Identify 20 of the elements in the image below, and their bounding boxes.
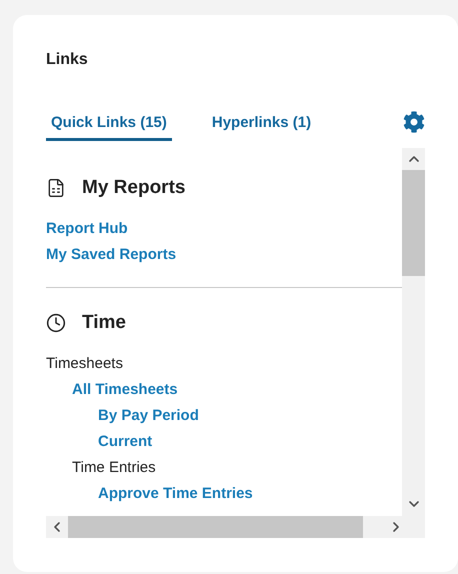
horizontal-scrollbar[interactable] [46,516,425,538]
group-label: Time Entries [72,458,156,478]
clock-icon [46,313,66,333]
scroll-thumb[interactable] [68,516,363,538]
settings-icon[interactable] [403,111,425,133]
report-link[interactable]: By Pay Period [98,403,199,429]
report-link[interactable]: All Timesheets [72,377,178,403]
card-title: Links [46,50,88,70]
report-link[interactable]: My Saved Reports [46,242,176,268]
group-label: Timesheets [46,354,123,374]
report-link[interactable]: Report Hub [46,216,128,242]
tab[interactable]: Quick Links (15) [46,105,172,141]
tab[interactable]: Hyperlinks (1) [206,105,316,141]
section-title: My Reports [82,176,186,200]
scroll-thumb[interactable] [402,170,425,276]
vertical-scrollbar[interactable] [402,148,425,516]
report-link[interactable]: Current [98,429,152,455]
section-title: Time [82,311,126,335]
report-link[interactable]: Approve Time Entries [98,481,253,507]
report-icon [46,178,66,198]
